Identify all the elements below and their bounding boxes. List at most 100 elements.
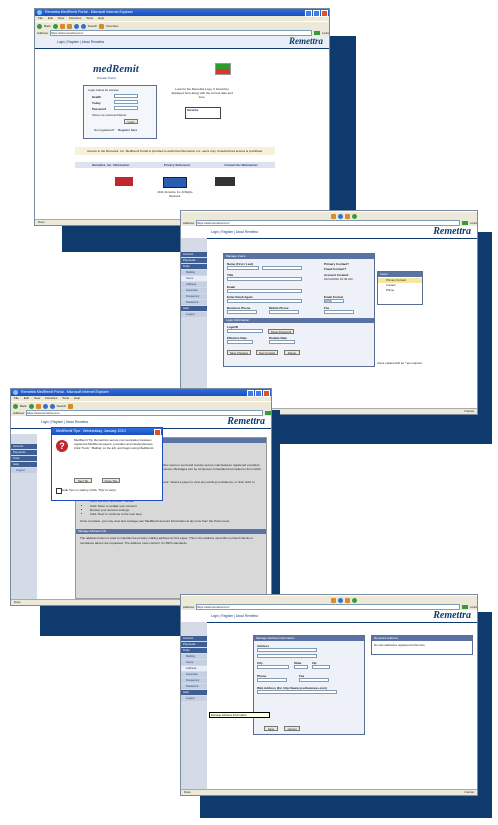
fax-input[interactable] [324, 310, 354, 314]
stop-icon[interactable] [35, 403, 41, 409]
minimize-button[interactable] [247, 390, 254, 397]
menu-file[interactable]: File [14, 396, 19, 400]
back-icon[interactable] [37, 23, 42, 29]
sidebar-item-password[interactable]: Password [181, 684, 207, 689]
footer-link-contact[interactable]: Contact the Webmaster [224, 162, 257, 168]
disable-date-input[interactable] [269, 340, 295, 344]
dialog-close-button[interactable] [154, 429, 161, 436]
sidebar-item-frequency[interactable]: Frequency [181, 294, 207, 299]
site-nav-links[interactable]: Login | Register | About Remettra [57, 40, 104, 44]
sidebar-item-account[interactable]: Account [181, 636, 207, 641]
maximize-button[interactable] [313, 10, 320, 17]
sidebar-item-help[interactable]: Help [11, 462, 37, 467]
links-label[interactable]: Links [470, 221, 477, 225]
email-format-select[interactable]: HTML [324, 299, 344, 303]
history-icon[interactable] [338, 213, 343, 219]
address-line-2-input[interactable] [257, 654, 317, 658]
email-input[interactable] [227, 289, 302, 293]
maximize-button[interactable] [255, 390, 262, 397]
forward-icon[interactable] [28, 403, 34, 409]
menu-view[interactable]: View [34, 396, 40, 400]
mobile-phone-input[interactable] [269, 310, 299, 314]
last-name-input[interactable] [262, 266, 302, 270]
go-button[interactable] [461, 605, 468, 609]
city-input[interactable] [257, 665, 289, 669]
menu-help[interactable]: Help [74, 396, 80, 400]
back-label[interactable]: Back [20, 404, 27, 408]
sidebar-item-account[interactable]: Account [11, 444, 37, 449]
sidebar-item-frequency[interactable]: Frequency [181, 678, 207, 683]
site-nav-links[interactable]: Login | Register | About Remettra [41, 420, 88, 424]
mail-icon[interactable] [345, 213, 350, 219]
first-name-input[interactable] [227, 266, 259, 270]
login-id-input[interactable] [227, 329, 263, 333]
sidebar-item-accounts[interactable]: Accounts [181, 288, 207, 293]
fax-input[interactable] [299, 678, 329, 682]
reset-password-button[interactable]: Reset Password [268, 329, 294, 334]
register-link[interactable]: Register here [118, 128, 137, 132]
favorites-icon[interactable] [331, 597, 336, 603]
web-address-input[interactable] [257, 690, 337, 694]
refresh-icon[interactable] [66, 23, 72, 29]
back-label[interactable]: Back [44, 24, 51, 28]
print-icon[interactable] [352, 213, 357, 219]
search-label[interactable]: Search [88, 24, 98, 28]
sidebar-item-help[interactable]: Help [181, 690, 207, 695]
menu-help[interactable]: Help [98, 16, 104, 20]
sidebar-item-payments[interactable]: Payments [181, 258, 207, 263]
hide-tips-checkbox[interactable] [56, 488, 62, 494]
go-button[interactable] [265, 411, 271, 415]
sidebar-item-address[interactable]: Address [181, 666, 207, 671]
menu-favorites[interactable]: Favorites [69, 16, 81, 20]
business-phone-input[interactable] [227, 310, 257, 314]
favorites-label[interactable]: Favorites [106, 24, 118, 28]
sidebar-item-mailing[interactable]: Mailing [181, 270, 207, 275]
sidebar-item-logout[interactable]: Logout [11, 468, 37, 473]
password-input[interactable] [114, 106, 138, 110]
print-icon[interactable] [352, 597, 357, 603]
menu-edit[interactable]: Edit [24, 396, 29, 400]
menu-tools[interactable]: Tools [62, 396, 69, 400]
home-icon[interactable] [42, 403, 48, 409]
delete-button[interactable]: Delete [284, 350, 300, 355]
go-button[interactable] [313, 31, 320, 35]
footer-link-privacy[interactable]: Privacy Statement [164, 162, 190, 168]
phone-input[interactable] [257, 678, 287, 682]
links-label[interactable]: Links [322, 31, 329, 35]
menu-view[interactable]: View [58, 16, 64, 20]
zip-input[interactable] [312, 665, 330, 669]
today-input[interactable] [114, 100, 138, 104]
sidebar-item-logout[interactable]: Logout [181, 312, 207, 317]
site-nav-links[interactable]: Login | Register | About Remettra [211, 614, 258, 618]
menu-edit[interactable]: Edit [48, 16, 53, 20]
sidebar-item-users[interactable]: Users [181, 660, 207, 665]
effective-date-input[interactable] [227, 340, 253, 344]
search-label[interactable]: Search [57, 404, 67, 408]
save-changes-button[interactable]: Save Changes [227, 350, 251, 355]
login-button[interactable]: Login [124, 119, 138, 124]
go-button[interactable] [461, 221, 468, 225]
health-input[interactable] [114, 94, 138, 98]
sidebar-item-help[interactable]: Help [181, 306, 207, 311]
sidebar-item-payments[interactable]: Payments [181, 642, 207, 647]
site-nav-links[interactable]: Login | Register | About Remettra [211, 230, 258, 234]
new-contact-button[interactable]: New Contact [256, 350, 278, 355]
search-icon[interactable] [49, 403, 55, 409]
links-label[interactable]: Links [470, 605, 477, 609]
close-button[interactable] [263, 390, 270, 397]
sidebar-item-account[interactable]: Account [181, 252, 207, 257]
favorites-icon[interactable] [99, 23, 105, 29]
home-icon[interactable] [73, 23, 79, 29]
back-icon[interactable] [13, 403, 18, 409]
menu-favorites[interactable]: Favorites [45, 396, 57, 400]
title-input[interactable] [227, 277, 302, 281]
stop-icon[interactable] [59, 23, 65, 29]
sidebar-item-users[interactable]: Users [181, 276, 207, 281]
footer-link-info[interactable]: Remettra, Inc. Information [92, 162, 129, 168]
sidebar-item-tools[interactable]: Tools [181, 264, 207, 269]
sidebar-item-logout[interactable]: Logout [181, 696, 207, 701]
mail-icon[interactable] [345, 597, 350, 603]
sidebar-item-address[interactable]: Address [181, 282, 207, 287]
forward-icon[interactable] [52, 23, 58, 29]
search-icon[interactable] [80, 23, 86, 29]
